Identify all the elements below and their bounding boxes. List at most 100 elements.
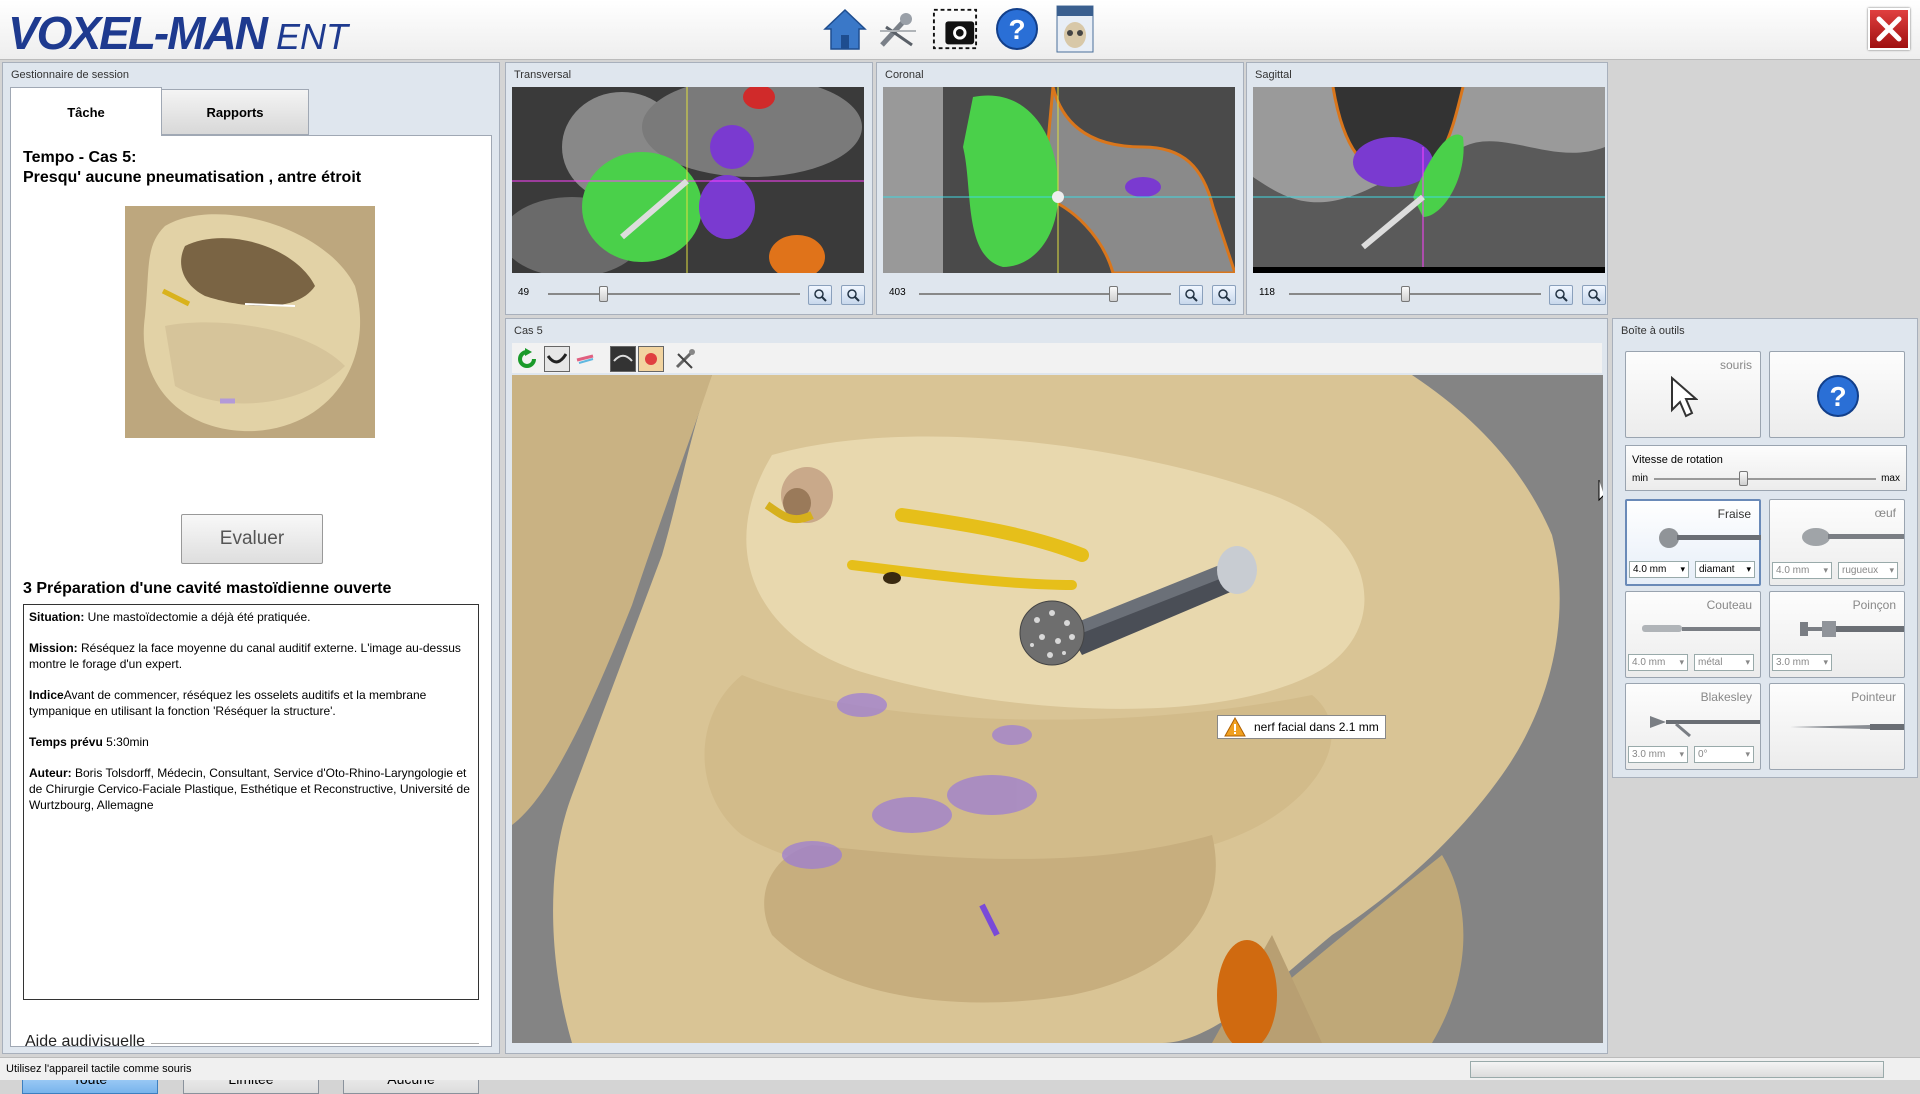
tool-label: Poinçon — [1852, 598, 1896, 612]
zoom-out-icon[interactable] — [1212, 285, 1236, 305]
blakesley-angle-select[interactable]: 0° — [1694, 746, 1754, 763]
punch-tool-card[interactable]: Poinçon 3.0 mm — [1769, 591, 1905, 678]
zoom-in-icon[interactable] — [1549, 285, 1573, 305]
knife-type-select[interactable]: métal — [1694, 654, 1754, 671]
help-card[interactable]: ? — [1769, 351, 1905, 438]
burr-icon — [1659, 528, 1761, 548]
transversal-slice-panel: Transversal 49 — [505, 62, 873, 315]
rotation-max: max — [1881, 473, 1900, 484]
zoom-in-icon[interactable] — [1179, 285, 1203, 305]
burr-type-select[interactable]: diamant — [1695, 561, 1755, 578]
screenshot-icon[interactable] — [932, 6, 978, 52]
case-3d-panel: Cas 5 nerf facial dans 2.1 mm — [505, 318, 1608, 1054]
task-content: Tempo - Cas 5: Presqu' aucune pneumatisa… — [10, 135, 492, 1047]
slider-thumb[interactable] — [1109, 286, 1119, 302]
view-title: Cas 5 — [514, 325, 543, 337]
situation-label: Situation: — [29, 610, 85, 624]
audiovisual-aid-label: Aide audivisuelle — [25, 1033, 146, 1050]
egg-burr-icon — [1802, 528, 1904, 546]
rotate-icon[interactable] — [514, 346, 540, 372]
tool-label: Blakesley — [1700, 690, 1752, 704]
help-icon[interactable]: ? — [994, 6, 1040, 52]
rotation-min: min — [1632, 473, 1649, 484]
progress-bar — [1470, 1061, 1884, 1078]
slider-thumb[interactable] — [1400, 286, 1410, 302]
instrument-icon[interactable] — [672, 346, 698, 372]
tool-label: Pointeur — [1851, 690, 1896, 704]
slice-title: Transversal — [514, 69, 572, 81]
layer-icon[interactable] — [610, 346, 636, 372]
slice-index: 118 — [1259, 287, 1275, 298]
zoom-out-icon[interactable] — [841, 285, 865, 305]
exercise-title: 3 Préparation d'une cavité mastoïdienne … — [23, 580, 392, 597]
status-bar: Utilisez l'appareil tactile comme souris — [0, 1057, 1920, 1080]
knife-tool-card[interactable]: Couteau 4.0 mm métal — [1625, 591, 1761, 678]
task-title-line2: Presqu' aucune pneumatisation , antre ét… — [23, 169, 362, 186]
hint-text: Avant de commencer, réséquez les osselet… — [29, 688, 427, 718]
warning-text: nerf facial dans 2.1 mm — [1254, 720, 1379, 734]
knife-size-select[interactable]: 4.0 mm — [1628, 654, 1688, 671]
atlas-icon[interactable] — [1052, 5, 1098, 53]
app-logo: VOXEL-MAN ENT — [8, 6, 348, 59]
brand-name: VOXEL-MAN — [8, 7, 268, 59]
sagittal-ct-view[interactable] — [1253, 87, 1605, 273]
slice-slider[interactable]: 49 — [518, 283, 865, 305]
time-text: 5:30min — [102, 735, 149, 749]
situation-text: Une mastoïdectomie a déjà été pratiquée. — [84, 610, 311, 624]
blakesley-size-select[interactable]: 3.0 mm — [1628, 746, 1688, 763]
toolbox-title: Boîte à outils — [1621, 325, 1685, 337]
view-icon[interactable] — [544, 346, 570, 372]
author-label: Auteur: — [29, 766, 72, 780]
zoom-out-icon[interactable] — [1582, 285, 1606, 305]
punch-size-select[interactable]: 3.0 mm — [1772, 654, 1832, 671]
coronal-slice-panel: Coronal 403 — [876, 62, 1244, 315]
rotation-speed-control: Vitesse de rotation min max — [1625, 445, 1907, 491]
slider-track — [1289, 293, 1541, 295]
knife-icon — [1642, 625, 1760, 632]
task-title: Tempo - Cas 5: Presqu' aucune pneumatisa… — [23, 148, 361, 188]
surgical-3d-scene[interactable]: nerf facial dans 2.1 mm — [512, 375, 1603, 1043]
rotation-track — [1654, 478, 1876, 480]
slice-slider[interactable]: 403 — [889, 283, 1236, 305]
burr-tool-card[interactable]: Fraise 4.0 mm diamant — [1625, 499, 1761, 586]
tools-icon[interactable] — [876, 6, 922, 52]
slice-slider[interactable]: 118 — [1259, 283, 1606, 305]
zoom-in-icon[interactable] — [808, 285, 832, 305]
svg-text:?: ? — [1829, 381, 1846, 412]
divider — [151, 1043, 479, 1044]
slider-thumb[interactable] — [599, 286, 609, 302]
tab-task[interactable]: Tâche — [10, 87, 162, 136]
mouse-label: souris — [1719, 358, 1752, 372]
rotation-slider-thumb[interactable] — [1738, 471, 1748, 486]
rotation-label: Vitesse de rotation — [1632, 454, 1723, 466]
blakesley-icon — [1650, 716, 1760, 738]
highlight-icon[interactable] — [638, 346, 664, 372]
hint-label: Indice — [29, 688, 64, 702]
transversal-ct-view[interactable] — [512, 87, 864, 273]
tool-label: Fraise — [1717, 507, 1751, 521]
color-icon[interactable] — [572, 346, 598, 372]
home-icon[interactable] — [822, 6, 868, 52]
task-description: Situation: Une mastoïdectomie a déjà été… — [23, 604, 479, 1000]
burr-size-select[interactable]: 4.0 mm — [1629, 561, 1689, 578]
proximity-warning: nerf facial dans 2.1 mm — [1217, 715, 1386, 739]
view-toolbar — [512, 343, 1602, 373]
expert-preview-image — [125, 206, 375, 438]
egg-tool-card[interactable]: œuf 4.0 mm rugueux — [1769, 499, 1905, 586]
egg-type-select[interactable]: rugueux — [1838, 562, 1898, 579]
blakesley-tool-card[interactable]: Blakesley 3.0 mm 0° — [1625, 683, 1761, 770]
close-button[interactable] — [1868, 8, 1910, 50]
slider-track — [919, 293, 1171, 295]
coronal-ct-view[interactable] — [883, 87, 1235, 273]
tab-reports[interactable]: Rapports — [161, 89, 309, 135]
cursor-icon — [1671, 376, 1698, 418]
evaluate-button[interactable]: Evaluer — [181, 514, 323, 564]
egg-size-select[interactable]: 4.0 mm — [1772, 562, 1832, 579]
warning-icon — [1224, 717, 1246, 737]
svg-text:?: ? — [1008, 14, 1025, 45]
pointer-tool-card[interactable]: Pointeur — [1769, 683, 1905, 770]
mouse-tool-card[interactable]: souris — [1625, 351, 1761, 438]
slice-title: Sagittal — [1255, 69, 1292, 81]
punch-icon — [1800, 621, 1904, 637]
slider-track — [548, 293, 800, 295]
